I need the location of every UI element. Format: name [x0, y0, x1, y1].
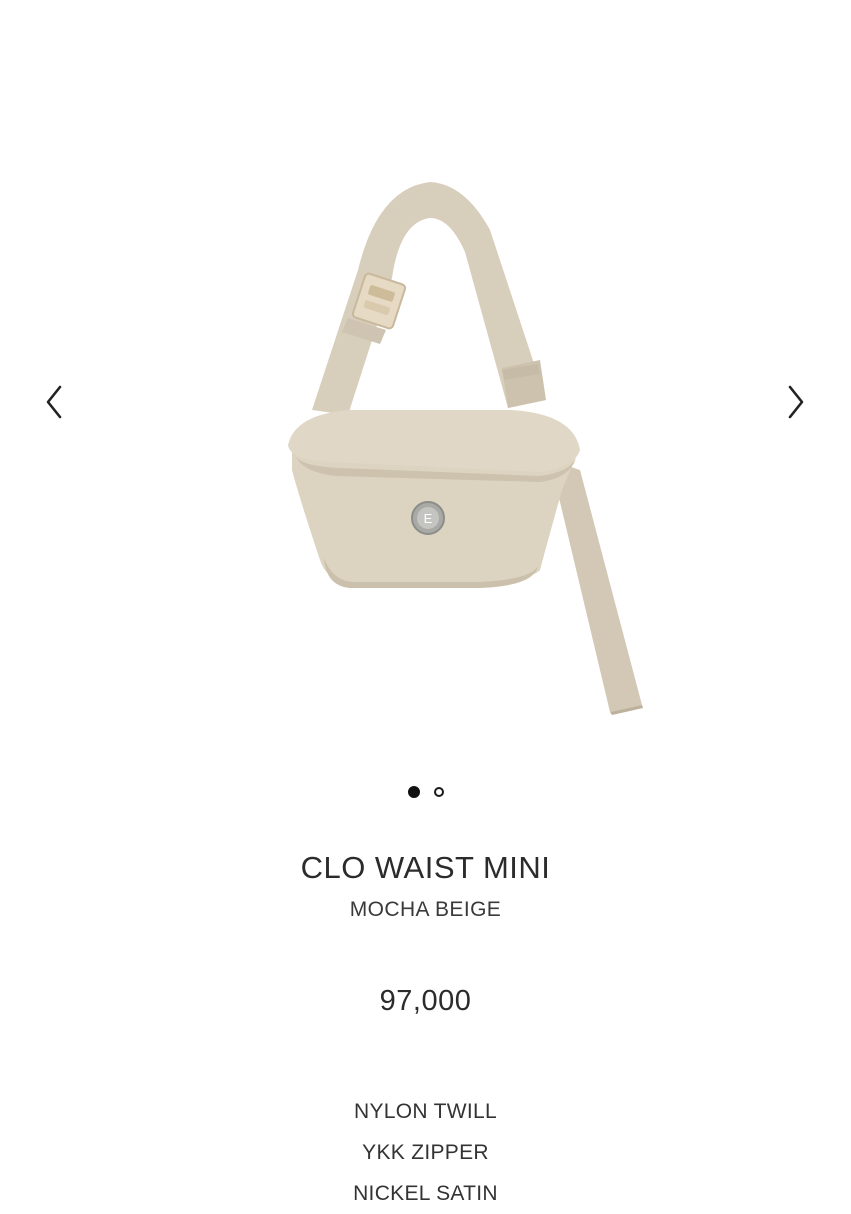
product-color: MOCHA BEIGE [349, 898, 502, 921]
chevron-left-icon [46, 385, 62, 419]
carousel-next-button[interactable] [776, 380, 816, 424]
bag-logo-letter: E [424, 511, 433, 526]
product-specs: NYLON TWILL YKK ZIPPER NICKEL SATIN [0, 1091, 851, 1214]
product-price: 97,000 [379, 985, 472, 1017]
carousel-dot-1[interactable] [407, 786, 420, 798]
carousel-pagination [0, 786, 851, 798]
product-photo-waist-bag: E [288, 182, 643, 715]
product-image-carousel[interactable]: E [0, 0, 851, 820]
product-name: CLO WAIST MINI [300, 850, 551, 885]
chevron-right-icon [788, 385, 804, 419]
carousel-dot-2[interactable] [433, 787, 444, 797]
spec-item: NYLON TWILL [354, 1100, 497, 1123]
product-info: CLO WAIST MINI MOCHA BEIGE 97,000 NYLON … [0, 845, 851, 1214]
spec-item: NICKEL SATIN [353, 1182, 498, 1205]
spec-item: YKK ZIPPER [362, 1141, 489, 1164]
carousel-prev-button[interactable] [34, 380, 74, 424]
